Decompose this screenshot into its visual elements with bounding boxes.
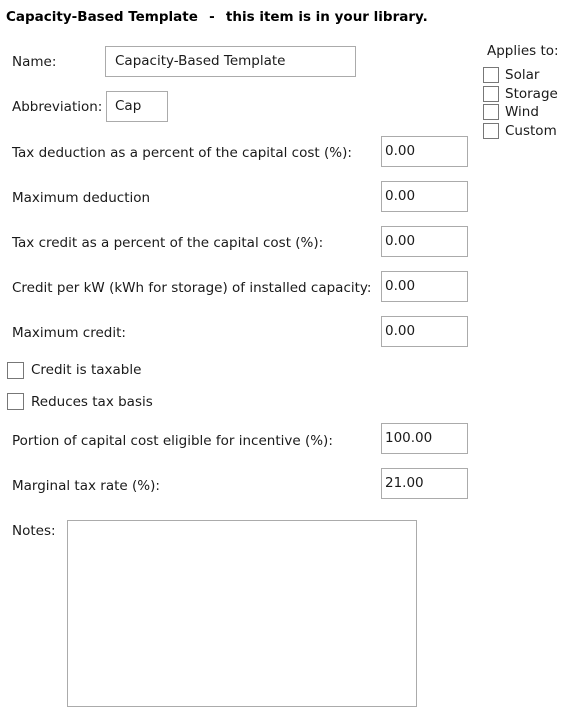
reduces-tax-basis-checkbox[interactable] <box>7 393 24 410</box>
solar-checkbox[interactable] <box>483 67 499 83</box>
item-name-title: Capacity-Based Template <box>6 9 198 25</box>
maximum-deduction-input[interactable]: 0.00 <box>381 181 468 212</box>
portion-eligible-input[interactable]: 100.00 <box>381 423 468 454</box>
portion-eligible-label: Portion of capital cost eligible for inc… <box>12 433 333 449</box>
page-title: Capacity-Based Template - this item is in … <box>6 9 428 25</box>
tax-deduction-percent-input[interactable]: 0.00 <box>381 136 468 167</box>
credit-is-taxable-checkbox[interactable] <box>7 362 24 379</box>
maximum-credit-label: Maximum credit: <box>12 325 126 341</box>
credit-per-kw-label: Credit per kW (kWh for storage) of insta… <box>12 280 372 296</box>
wind-label: Wind <box>505 104 539 120</box>
tax-deduction-percent-label: Tax deduction as a percent of the capita… <box>12 145 352 161</box>
storage-label: Storage <box>505 86 558 102</box>
storage-checkbox[interactable] <box>483 86 499 102</box>
title-separator: - <box>209 9 215 25</box>
notes-textarea[interactable] <box>67 520 417 707</box>
notes-label: Notes: <box>12 523 56 539</box>
custom-label: Custom <box>505 123 557 139</box>
abbreviation-label: Abbreviation: <box>12 99 103 115</box>
tax-credit-percent-label: Tax credit as a percent of the capital c… <box>12 235 324 251</box>
tax-credit-percent-input[interactable]: 0.00 <box>381 226 468 257</box>
credit-per-kw-input[interactable]: 0.00 <box>381 271 468 302</box>
credit-is-taxable-label: Credit is taxable <box>31 362 142 378</box>
library-status: this item is in your library. <box>225 9 428 25</box>
applies-to-label: Applies to: <box>487 43 559 59</box>
maximum-deduction-label: Maximum deduction <box>12 190 151 206</box>
name-label: Name: <box>12 54 57 70</box>
wind-checkbox[interactable] <box>483 104 499 120</box>
maximum-credit-input[interactable]: 0.00 <box>381 316 468 347</box>
solar-label: Solar <box>505 67 540 83</box>
marginal-tax-rate-label: Marginal tax rate (%): <box>12 478 160 494</box>
abbreviation-input[interactable]: Cap <box>106 91 168 122</box>
reduces-tax-basis-label: Reduces tax basis <box>31 394 153 410</box>
custom-checkbox[interactable] <box>483 123 499 139</box>
marginal-tax-rate-input[interactable]: 21.00 <box>381 468 468 499</box>
name-input[interactable]: Capacity-Based Template <box>105 46 356 77</box>
